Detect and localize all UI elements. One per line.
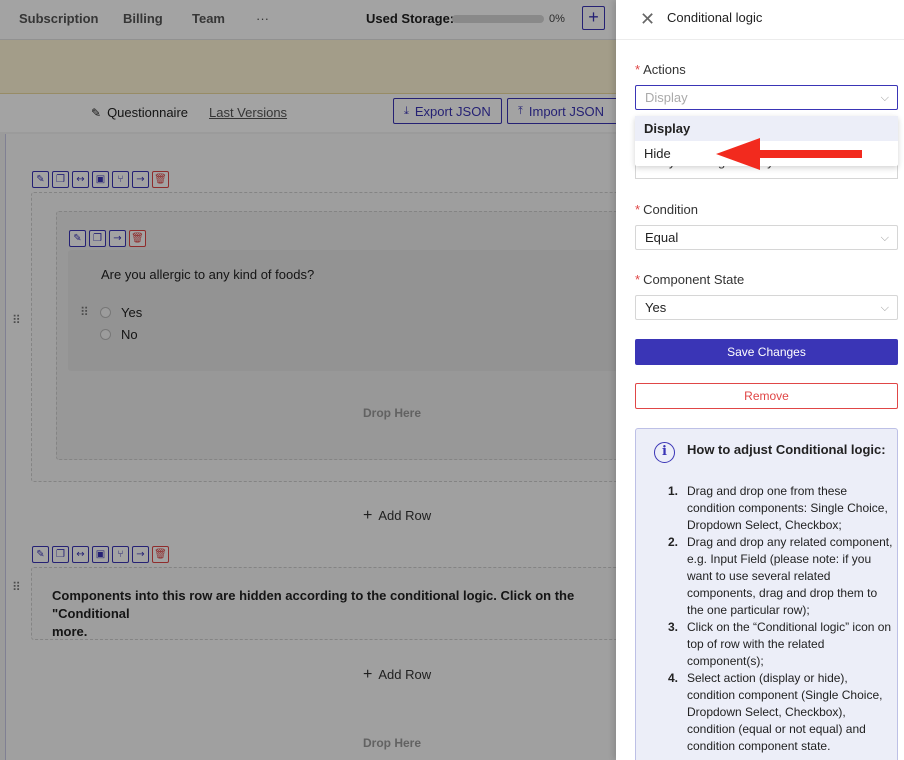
- info-icon: i: [654, 442, 675, 463]
- close-icon[interactable]: ✕: [640, 9, 655, 30]
- help-title: How to adjust Conditional logic:: [687, 442, 886, 457]
- actions-label-text: Actions: [643, 62, 686, 77]
- help-step: 1. Drag and drop one from these condition…: [654, 483, 894, 534]
- save-changes-button[interactable]: Save Changes: [635, 339, 898, 365]
- help-step-number: 2.: [668, 535, 679, 549]
- annotation-arrow-icon: [716, 138, 862, 170]
- actions-select-value: Display: [645, 90, 688, 105]
- help-step: 4. Select action (display or hide), condi…: [654, 670, 894, 755]
- help-step: 3. Click on the “Conditional logic” icon …: [654, 619, 894, 670]
- help-step-text: Drag and drop any related component, e.g…: [687, 535, 893, 617]
- panel-title: Conditional logic: [667, 10, 763, 25]
- chevron-down-icon: ⌵: [880, 91, 889, 104]
- help-step-text: Select action (display or hide), conditi…: [687, 671, 883, 753]
- panel-header: ✕ Conditional logic: [616, 0, 904, 40]
- help-step-text: Drag and drop one from these condition c…: [687, 484, 888, 532]
- actions-label: * Actions: [635, 62, 686, 77]
- condition-label: * Condition: [635, 202, 698, 217]
- chevron-down-icon: ⌵: [880, 301, 889, 314]
- help-steps: 1. Drag and drop one from these condition…: [654, 483, 894, 755]
- help-step-number: 3.: [668, 620, 679, 634]
- condition-select-value: Equal: [645, 230, 679, 245]
- conditional-logic-panel: ✕ Conditional logic *Actions Display ⌵ A…: [616, 0, 904, 760]
- help-step-number: 4.: [668, 671, 679, 685]
- component-state-label: * Component State: [635, 272, 745, 287]
- remove-button[interactable]: Remove: [635, 383, 898, 409]
- component-state-label-text: Component State: [643, 272, 745, 287]
- condition-label-text: Condition: [643, 202, 698, 217]
- actions-select[interactable]: Display ⌵: [635, 85, 898, 110]
- condition-select[interactable]: Equal ⌵: [635, 225, 898, 250]
- help-step-number: 1.: [668, 484, 679, 498]
- help-step: 2. Drag and drop any related component, e…: [654, 534, 894, 619]
- component-state-select[interactable]: Yes ⌵: [635, 295, 898, 320]
- chevron-down-icon: ⌵: [880, 231, 889, 244]
- help-step-text: Click on the “Conditional logic” icon on…: [687, 620, 892, 668]
- help-box: i How to adjust Conditional logic: 1. Dra…: [635, 428, 898, 760]
- component-state-value: Yes: [645, 300, 667, 315]
